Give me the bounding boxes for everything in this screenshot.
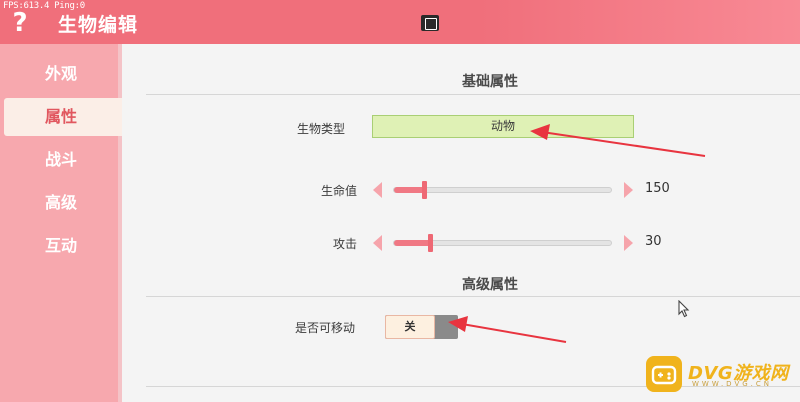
health-label: 生命值	[320, 184, 357, 198]
annotation-arrow-icon	[448, 316, 567, 343]
section-title-advanced: 高级属性	[462, 277, 518, 293]
section-title-basic: 基础属性	[462, 74, 518, 90]
health-increase-arrow-icon[interactable]	[624, 182, 633, 198]
annotation-arrow-icon	[530, 124, 706, 157]
gamepad-icon	[651, 365, 677, 385]
health-decrease-arrow-icon[interactable]	[373, 182, 382, 198]
top-bar: FPS:613.4 Ping:0 ? 生物编辑	[0, 0, 800, 44]
attack-label: 攻击	[332, 237, 357, 251]
mouse-cursor-icon	[678, 300, 690, 318]
divider-advanced	[146, 296, 800, 297]
sidebar-item-appearance[interactable]: 外观	[0, 55, 120, 93]
collapse-icon[interactable]	[421, 15, 439, 31]
attack-slider-fill	[394, 240, 432, 246]
sidebar-item-combat[interactable]: 战斗	[0, 141, 120, 179]
health-slider-fill	[394, 187, 425, 193]
sidebar-item-attributes[interactable]: 属性	[4, 98, 122, 136]
movable-toggle-knob: 关	[385, 315, 435, 339]
attack-decrease-arrow-icon[interactable]	[373, 235, 382, 251]
health-slider-thumb[interactable]	[421, 181, 427, 199]
health-value: 150	[645, 181, 670, 196]
watermark-logo	[646, 356, 682, 392]
main-panel	[122, 44, 800, 402]
watermark: DVG游戏网 WWW.DVG.CN	[646, 356, 794, 396]
attack-slider-track[interactable]	[393, 240, 612, 246]
creature-type-label: 生物类型	[296, 122, 345, 136]
attack-value: 30	[645, 234, 662, 249]
attack-slider-thumb[interactable]	[428, 234, 434, 252]
movable-label: 是否可移动	[294, 321, 355, 335]
help-icon[interactable]: ?	[9, 8, 31, 38]
top-bar-glow	[480, 0, 800, 44]
attack-increase-arrow-icon[interactable]	[624, 235, 633, 251]
sidebar-item-advanced[interactable]: 高级	[0, 184, 120, 222]
page-title: 生物编辑	[58, 14, 139, 36]
watermark-sub: WWW.DVG.CN	[692, 380, 773, 388]
divider-basic	[146, 94, 800, 95]
sidebar-item-interaction[interactable]: 互动	[0, 227, 120, 265]
